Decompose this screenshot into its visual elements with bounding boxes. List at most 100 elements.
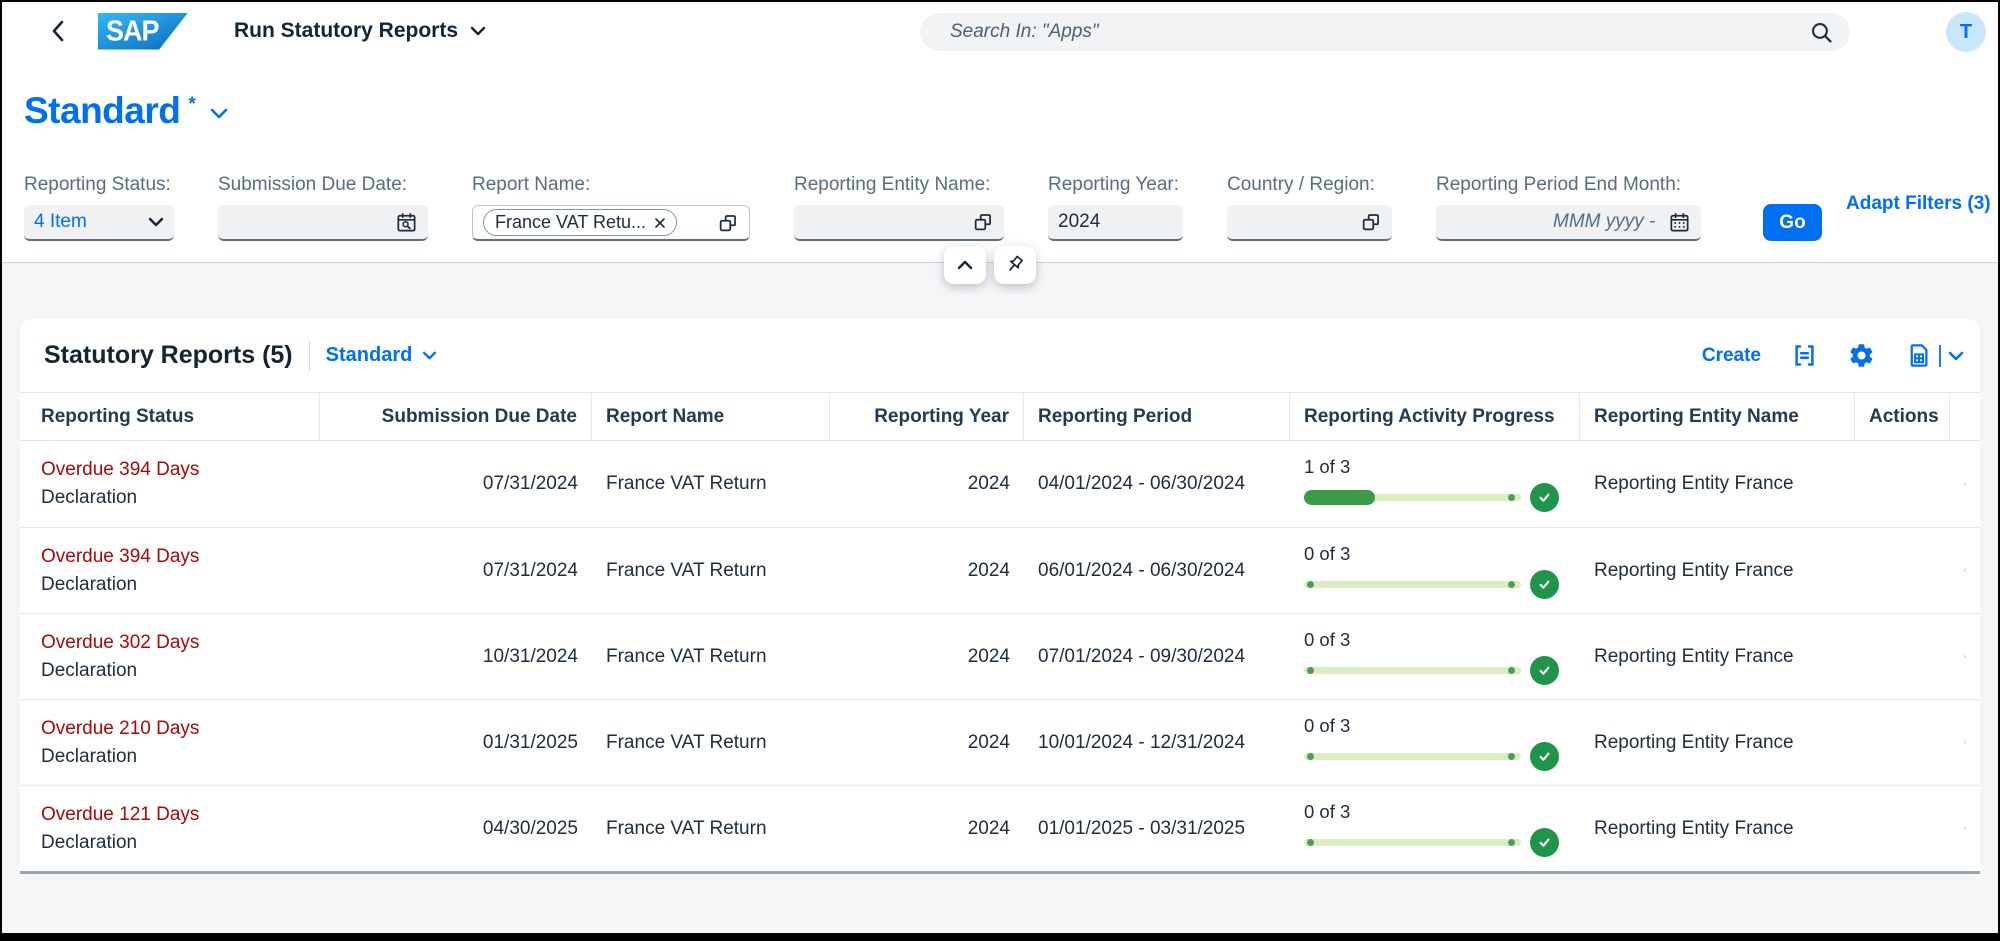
submission-due-date-cell: 01/31/2025 bbox=[320, 700, 592, 785]
submission-due-date-cell: 07/31/2024 bbox=[320, 528, 592, 613]
filter-control[interactable]: MMM yyyy - MMM yyyy bbox=[1436, 205, 1701, 241]
value-help-icon[interactable] bbox=[717, 212, 739, 234]
table-row[interactable]: Overdue 394 Days Declaration 07/31/2024 … bbox=[20, 527, 1980, 613]
column-header[interactable]: Actions bbox=[1855, 393, 1950, 440]
chevron-down-icon[interactable] bbox=[148, 217, 164, 227]
progress-end-dot bbox=[1508, 753, 1515, 760]
variant-selector[interactable]: Standard * bbox=[24, 90, 228, 132]
group-settings-button[interactable] bbox=[1791, 342, 1818, 369]
reporting-status-cell: Overdue 394 Days Declaration bbox=[41, 543, 199, 598]
progress-label: 0 of 3 bbox=[1304, 715, 1559, 737]
filter-control[interactable] bbox=[1227, 205, 1392, 241]
filter-placeholder: MMM yyyy - MMM yyyy bbox=[1553, 211, 1660, 233]
table-variant-selector[interactable]: Standard bbox=[326, 344, 438, 367]
back-button[interactable] bbox=[40, 14, 74, 48]
row-navigation[interactable] bbox=[1950, 786, 1980, 871]
filter-control[interactable]: 4 Items bbox=[24, 205, 174, 241]
column-header[interactable]: Submission Due Date bbox=[320, 393, 592, 440]
filter-value: 2024 bbox=[1058, 211, 1116, 233]
table-row[interactable]: Overdue 210 Days Declaration 01/31/2025 … bbox=[20, 699, 1980, 785]
progress-label: 1 of 3 bbox=[1304, 456, 1559, 478]
variant-dirty-marker: * bbox=[188, 94, 195, 116]
chevron-down-icon bbox=[210, 108, 228, 119]
reporting-entity-cell: Reporting Entity France bbox=[1580, 614, 1855, 699]
check-icon bbox=[1536, 748, 1553, 765]
filter-control[interactable]: 2024 bbox=[1048, 205, 1183, 241]
filter-value: 4 Items bbox=[34, 211, 87, 233]
export-spreadsheet-icon bbox=[1905, 342, 1932, 369]
value-help-icon[interactable] bbox=[1360, 211, 1382, 233]
group-icon bbox=[1791, 342, 1818, 369]
check-icon bbox=[1536, 576, 1553, 593]
row-navigation[interactable] bbox=[1950, 614, 1980, 699]
filter-fields: Reporting Status: 4 Items bbox=[24, 174, 1701, 241]
column-header[interactable]: Reporting Period bbox=[1024, 393, 1290, 440]
pin-header-button[interactable] bbox=[994, 246, 1036, 284]
toolbar-separator bbox=[309, 341, 310, 371]
adapt-filters-link[interactable]: Adapt Filters (3) bbox=[1846, 193, 1991, 215]
table-body: Overdue 394 Days Declaration 07/31/2024 … bbox=[20, 441, 1980, 871]
reporting-year-cell: 2024 bbox=[830, 614, 1024, 699]
export-split-button[interactable] bbox=[1905, 342, 1964, 369]
reporting-entity-cell: Reporting Entity France bbox=[1580, 786, 1855, 871]
reporting-year-cell: 2024 bbox=[830, 700, 1024, 785]
reporting-period-cell: 10/01/2024 - 12/31/2024 bbox=[1024, 700, 1290, 785]
chevron-right-icon bbox=[1964, 734, 1966, 751]
collapse-header-button[interactable] bbox=[944, 246, 986, 284]
filter-field: Report Name: France VAT Retu... bbox=[472, 174, 750, 241]
reporting-status-cell: Overdue 121 Days Declaration bbox=[41, 801, 199, 856]
table-row[interactable]: Overdue 394 Days Declaration 07/31/2024 … bbox=[20, 441, 1980, 527]
search-icon[interactable] bbox=[1809, 20, 1834, 45]
reporting-entity-cell: Reporting Entity France bbox=[1580, 528, 1855, 613]
status-type-text: Declaration bbox=[41, 484, 199, 512]
chevron-right-icon bbox=[1964, 648, 1966, 665]
reporting-status-cell: Overdue 394 Days Declaration bbox=[41, 456, 199, 511]
filter-control[interactable] bbox=[794, 205, 1004, 241]
chevron-right-icon bbox=[1964, 562, 1966, 579]
column-header[interactable]: Reporting Entity Name bbox=[1580, 393, 1855, 440]
table-row[interactable]: Overdue 121 Days Declaration 04/30/2025 … bbox=[20, 785, 1980, 871]
submission-due-date-cell: 07/31/2024 bbox=[320, 441, 592, 527]
go-button[interactable]: Go bbox=[1763, 204, 1822, 241]
column-header[interactable]: Reporting Year bbox=[830, 393, 1024, 440]
progress-bar bbox=[1304, 828, 1559, 857]
actions-cell bbox=[1855, 786, 1950, 871]
column-header[interactable]: Report Name bbox=[592, 393, 830, 440]
row-navigation[interactable] bbox=[1950, 528, 1980, 613]
check-icon bbox=[1536, 662, 1553, 679]
app-title-menu[interactable]: Run Statutory Reports bbox=[234, 19, 486, 43]
user-avatar[interactable]: T bbox=[1946, 12, 1986, 52]
filter-token[interactable]: France VAT Retu... bbox=[483, 209, 677, 236]
status-check-badge bbox=[1530, 570, 1559, 599]
column-header[interactable]: Reporting Status bbox=[20, 393, 320, 440]
calendar-icon[interactable] bbox=[1668, 211, 1691, 234]
table-variant-label: Standard bbox=[326, 344, 413, 367]
progress-fill bbox=[1304, 490, 1375, 505]
row-navigation[interactable] bbox=[1950, 441, 1980, 527]
check-icon bbox=[1536, 489, 1553, 506]
status-overdue-text: Overdue 394 Days bbox=[41, 456, 199, 484]
value-help-icon[interactable] bbox=[972, 211, 994, 233]
reporting-entity-cell: Reporting Entity France bbox=[1580, 700, 1855, 785]
actions-cell bbox=[1855, 700, 1950, 785]
row-navigation[interactable] bbox=[1950, 700, 1980, 785]
actions-cell bbox=[1855, 614, 1950, 699]
page-title: Standard bbox=[24, 90, 180, 132]
column-header[interactable]: Reporting Activity Progress bbox=[1290, 393, 1580, 440]
token-remove-button[interactable] bbox=[654, 217, 666, 229]
filter-control[interactable]: France VAT Retu... bbox=[472, 205, 750, 241]
sap-logo[interactable]: SAP bbox=[98, 13, 188, 50]
filter-label: Reporting Period End Month: bbox=[1436, 174, 1701, 196]
shell-search-input[interactable]: Search In: "Apps" bbox=[920, 13, 1850, 51]
table-row[interactable]: Overdue 302 Days Declaration 10/31/2024 … bbox=[20, 613, 1980, 699]
check-icon bbox=[1536, 834, 1553, 851]
chevron-down-icon[interactable] bbox=[1948, 351, 1964, 361]
filter-control[interactable] bbox=[218, 205, 428, 241]
progress-bar bbox=[1304, 483, 1559, 512]
progress-end-dot bbox=[1508, 581, 1515, 588]
create-button[interactable]: Create bbox=[1702, 345, 1761, 367]
chevron-down-icon bbox=[470, 26, 486, 36]
table-settings-button[interactable] bbox=[1848, 342, 1875, 369]
calendar-search-icon[interactable] bbox=[395, 211, 418, 234]
filter-label: Country / Region: bbox=[1227, 174, 1392, 196]
